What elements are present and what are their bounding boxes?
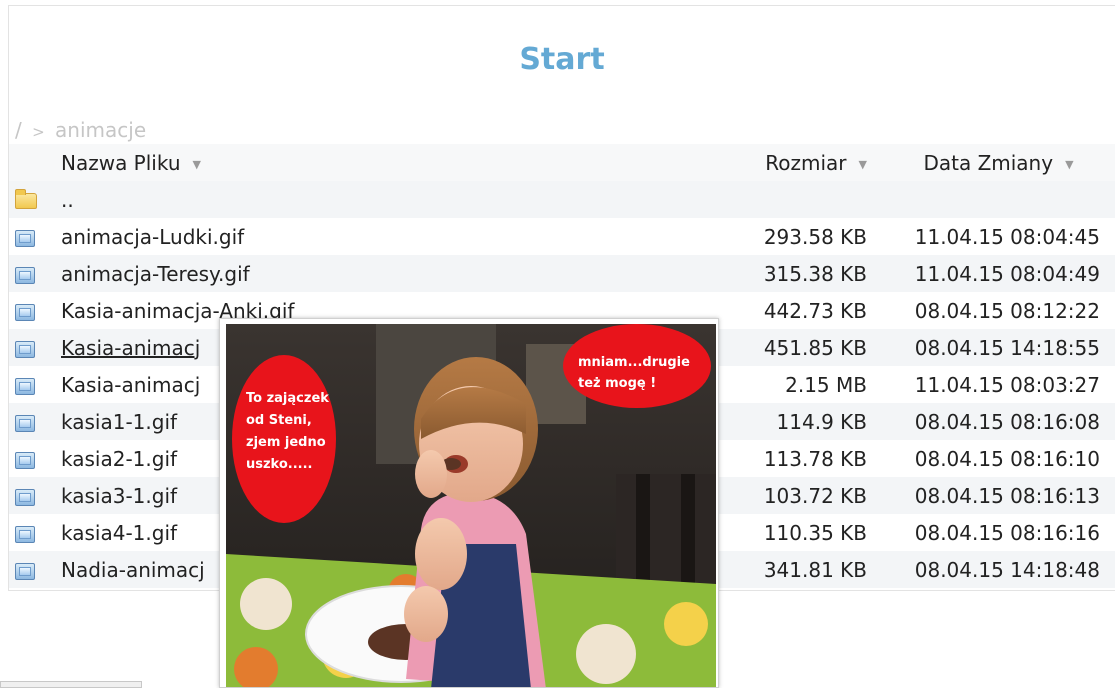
breadcrumb: / > animacje xyxy=(15,118,146,142)
table-header-row: Nazwa Pliku ▼ Rozmiar ▼ Data Zmiany ▼ xyxy=(9,144,1115,181)
file-date: 08.04.15 08:16:08 xyxy=(881,403,1115,440)
file-date: 08.04.15 14:18:48 xyxy=(881,551,1115,588)
bubble-left-line-2: od Steni, xyxy=(246,413,312,428)
page-title[interactable]: Start xyxy=(9,42,1115,77)
header-size[interactable]: Rozmiar ▼ xyxy=(723,144,881,181)
file-date: 08.04.15 08:16:10 xyxy=(881,440,1115,477)
bubble-right-line-2: też mogę ! xyxy=(578,376,656,391)
bubble-left-line-1: To zajączek xyxy=(246,391,329,406)
preview-photo: To zajączek od Steni, zjem jedno uszko..… xyxy=(226,324,716,687)
image-file-icon xyxy=(15,451,35,469)
file-size: 315.38 KB xyxy=(723,255,881,292)
header-size-label: Rozmiar xyxy=(765,150,847,175)
sort-arrow-icon: ▼ xyxy=(192,157,201,171)
image-file-icon xyxy=(15,229,35,247)
header-date-label: Data Zmiany xyxy=(923,150,1054,175)
breadcrumb-current: animacje xyxy=(55,118,147,142)
file-size: 442.73 KB xyxy=(723,292,881,329)
breadcrumb-separator: > xyxy=(32,123,45,141)
bubble-right-line-1: mniam...drugie xyxy=(578,355,690,370)
image-file-icon xyxy=(15,266,35,284)
image-file-icon xyxy=(15,340,35,358)
header-date[interactable]: Data Zmiany ▼ xyxy=(881,144,1115,181)
file-size: 110.35 KB xyxy=(723,514,881,551)
table-row[interactable]: animacja-Teresy.gif 315.38 KB 11.04.15 0… xyxy=(9,255,1115,292)
folder-icon xyxy=(15,189,37,209)
image-file-icon xyxy=(15,525,35,543)
header-icon-column xyxy=(9,144,61,181)
header-name[interactable]: Nazwa Pliku ▼ xyxy=(61,144,723,181)
sort-arrow-icon: ▼ xyxy=(1065,157,1074,171)
sort-arrow-icon: ▼ xyxy=(858,157,867,171)
file-date: 11.04.15 08:04:49 xyxy=(881,255,1115,292)
file-size: 293.58 KB xyxy=(723,218,881,255)
preview-image: To zajączek od Steni, zjem jedno uszko..… xyxy=(226,324,716,687)
file-size: 114.9 KB xyxy=(723,403,881,440)
file-size: 113.78 KB xyxy=(723,440,881,477)
file-size: 341.81 KB xyxy=(723,551,881,588)
header-name-label: Nazwa Pliku xyxy=(61,150,181,175)
file-size: 451.85 KB xyxy=(723,329,881,366)
file-date: 08.04.15 08:12:22 xyxy=(881,292,1115,329)
file-size: 103.72 KB xyxy=(723,477,881,514)
image-file-icon xyxy=(15,303,35,321)
file-date: 08.04.15 08:16:16 xyxy=(881,514,1115,551)
file-date: 08.04.15 08:16:13 xyxy=(881,477,1115,514)
parent-directory-link[interactable]: .. xyxy=(61,181,723,218)
table-row[interactable]: animacja-Ludki.gif 293.58 KB 11.04.15 08… xyxy=(9,218,1115,255)
image-file-icon xyxy=(15,414,35,432)
file-date: 11.04.15 08:04:45 xyxy=(881,218,1115,255)
table-row-parent[interactable]: .. xyxy=(9,181,1115,218)
bubble-left-line-4: uszko..... xyxy=(246,457,312,472)
file-date: 08.04.15 14:18:55 xyxy=(881,329,1115,366)
status-bar xyxy=(0,681,142,688)
bubble-left-line-3: zjem jedno xyxy=(246,435,326,450)
file-date: 11.04.15 08:03:27 xyxy=(881,366,1115,403)
breadcrumb-root[interactable]: / xyxy=(15,118,22,142)
image-preview-popup[interactable]: To zajączek od Steni, zjem jedno uszko..… xyxy=(219,318,719,688)
file-name[interactable]: animacja-Teresy.gif xyxy=(61,255,723,292)
image-file-icon xyxy=(15,377,35,395)
file-name[interactable]: animacja-Ludki.gif xyxy=(61,218,723,255)
file-size: 2.15 MB xyxy=(723,366,881,403)
image-file-icon xyxy=(15,488,35,506)
image-file-icon xyxy=(15,562,35,580)
